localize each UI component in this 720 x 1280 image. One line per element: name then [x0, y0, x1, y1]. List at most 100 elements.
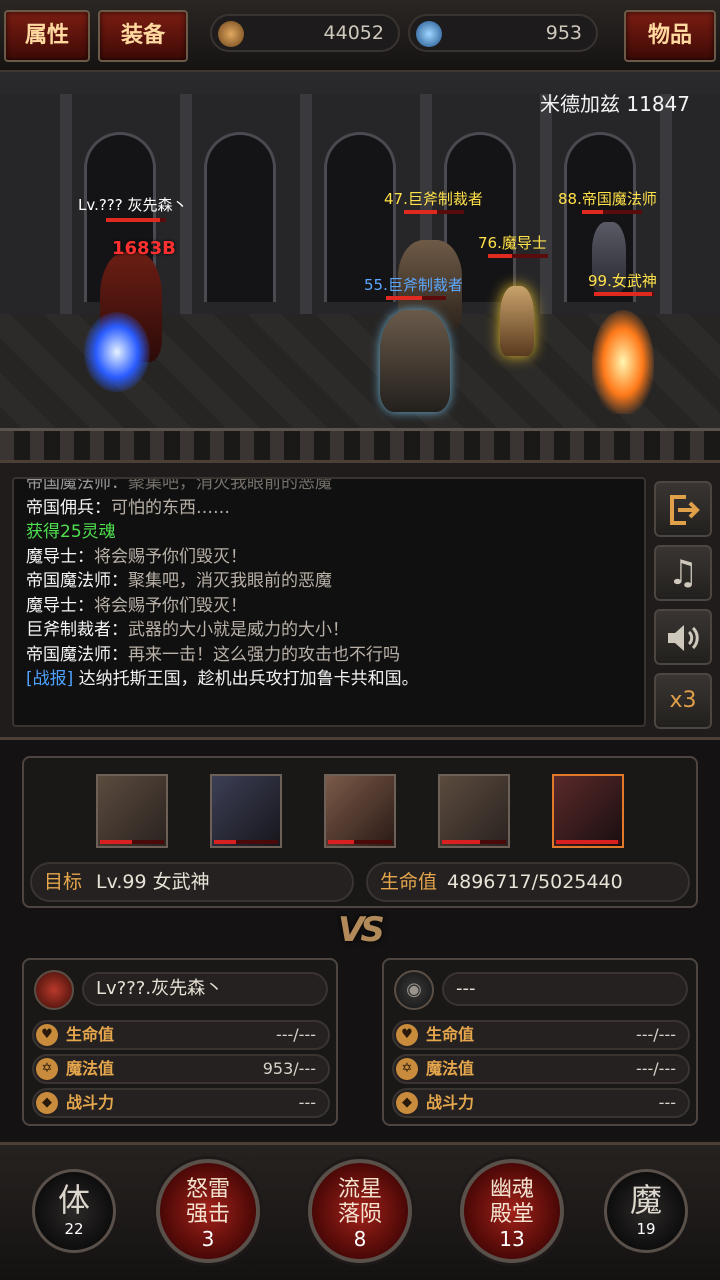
mp-label: 魔法值 [426, 1059, 475, 1078]
player-label: Lv.??? 灰先森丶 [78, 196, 188, 214]
skill-name: 魔 [629, 1181, 662, 1219]
skill-meteor-fall-button[interactable]: 流星落陨 8 [308, 1159, 412, 1263]
battle-log-section: 帝国魔法师：聚集吧，消灭我眼前的恶魔 帝国佣兵：可怕的东西…… 获得25灵魂 魔… [0, 460, 720, 740]
enemy-portrait[interactable] [438, 774, 510, 848]
opponent-hp-row: ♥ 生命值 ---/--- [392, 1020, 690, 1050]
gold-counter: 44052 [210, 14, 400, 52]
top-bar: 属性 装备 44052 953 物品 [0, 0, 720, 72]
wall-arch [204, 132, 276, 302]
player-hp-row: ♥ 生命值 ---/--- [32, 1020, 330, 1050]
log-line: 魔导士：将会赐予你们毁灭！ [26, 595, 247, 616]
enemy-portrait[interactable] [96, 774, 168, 848]
target-label: 目标 [44, 871, 83, 893]
opponent-mp-row: ✡ 魔法值 ---/--- [392, 1054, 690, 1084]
star-icon: ✡ [36, 1058, 58, 1080]
skill-bar: 体 22 怒雷强击 3 流星落陨 8 幽魂殿堂 13 魔 19 [0, 1142, 720, 1280]
attributes-button[interactable]: 属性 [4, 10, 90, 62]
hp-label: 生命值 [426, 1025, 475, 1044]
skill-count: 22 [64, 1220, 84, 1238]
skill-thunder-strike-button[interactable]: 怒雷强击 3 [156, 1159, 260, 1263]
enemy-label: 47.巨斧制裁者 [384, 190, 483, 208]
star-coin-icon [218, 21, 244, 47]
mp-label: 魔法值 [66, 1059, 115, 1078]
enemy-hp-bar [582, 210, 642, 214]
exit-icon [670, 495, 700, 525]
log-line: 巨斧制裁者：武器的大小就是威力的大小！ [26, 620, 349, 640]
skill-ghost-hall-button[interactable]: 幽魂殿堂 13 [460, 1159, 564, 1263]
mp-value: ---/--- [635, 1059, 676, 1078]
mp-value: 953/--- [262, 1059, 316, 1078]
log-line-gain: 获得25灵魂 [26, 522, 116, 542]
enemy-label: 88.帝国魔法师 [558, 190, 657, 208]
player-stats-panel: Lv???.灰先森丶 ♥ 生命值 ---/--- ✡ 魔法值 953/--- ◆… [22, 958, 338, 1126]
target-name-field: 目标 Lv.99 女武神 [30, 862, 354, 902]
log-line: 帝国佣兵：可怕的东西…… [26, 497, 230, 518]
sound-button[interactable] [654, 609, 712, 665]
heart-icon: ♥ [36, 1024, 58, 1046]
heart-icon: ♥ [396, 1024, 418, 1046]
skill-count: 8 [353, 1227, 367, 1251]
enemy-hp-bar [404, 210, 464, 214]
opponent-stats-panel: ◉ --- ♥ 生命值 ---/--- ✡ 魔法值 ---/--- ◆ 战斗力 … [382, 958, 698, 1126]
battle-scene: 米德加兹 11847 Lv.??? 灰先森丶 1683B 47.巨斧制裁者 88… [0, 72, 720, 460]
enemy-axe-executioner[interactable] [380, 310, 450, 412]
enemy-label: 55.巨斧制裁者 [364, 276, 463, 294]
diamond-icon: ◆ [36, 1092, 58, 1114]
enemy-portrait[interactable] [210, 774, 282, 848]
enemy-portrait[interactable] [324, 774, 396, 848]
location-label: 米德加兹 11847 [540, 92, 690, 116]
skill-name: 幽魂殿堂 [489, 1177, 534, 1227]
player-name: Lv???.灰先森丶 [82, 972, 328, 1006]
mana-potion-button[interactable]: 魔 19 [604, 1169, 688, 1253]
enemy-hp-bar [488, 254, 548, 258]
power-value: --- [298, 1093, 316, 1112]
speed-button[interactable]: x3 [654, 673, 712, 729]
mana-orb-icon [416, 21, 442, 47]
vs-emblem: VS [338, 910, 385, 950]
diamond-icon: ◆ [396, 1092, 418, 1114]
items-button[interactable]: 物品 [624, 10, 716, 62]
enemy-sorcerer[interactable] [500, 286, 534, 356]
log-line: 魔导士：将会赐予你们毁灭！ [26, 546, 247, 567]
speaker-icon [668, 625, 699, 651]
enemy-label: 99.女武神 [588, 272, 657, 290]
target-panel: 目标 Lv.99 女武神 生命值 4896717/5025440 [22, 756, 698, 908]
enemy-portrait-selected[interactable] [552, 774, 624, 848]
opponent-name: --- [442, 972, 688, 1006]
damage-number: 1683B [112, 238, 176, 259]
mana-counter: 953 [408, 14, 598, 52]
stamina-potion-button[interactable]: 体 22 [32, 1169, 116, 1253]
player-avatar[interactable] [34, 970, 74, 1010]
power-label: 战斗力 [426, 1093, 475, 1112]
enemy-valkyrie[interactable] [592, 310, 654, 414]
enemy-label: 76.魔导士 [478, 234, 547, 252]
eye-icon: ◉ [394, 970, 434, 1010]
target-value: Lv.99 女武神 [96, 871, 210, 893]
power-value: --- [658, 1093, 676, 1112]
equipment-button[interactable]: 装备 [98, 10, 188, 62]
log-line: 帝国魔法师：聚集吧，消灭我眼前的恶魔 [26, 571, 332, 591]
music-button[interactable]: ♫ [654, 545, 712, 601]
target-hp-value: 4896717/5025440 [447, 871, 623, 893]
music-note-icon: ♫ [667, 553, 699, 593]
player-power-row: ◆ 战斗力 --- [32, 1088, 330, 1118]
hp-value: ---/--- [275, 1025, 316, 1044]
star-icon: ✡ [396, 1058, 418, 1080]
skill-name: 流星落陨 [337, 1177, 382, 1227]
exit-button[interactable] [654, 481, 712, 537]
skill-count: 3 [201, 1227, 215, 1251]
player-mp-row: ✡ 魔法值 953/--- [32, 1054, 330, 1084]
log-line: 帝国魔法师：再来一击！这么强力的攻击也不行吗 [26, 644, 400, 665]
battle-log[interactable]: 帝国魔法师：聚集吧，消灭我眼前的恶魔 帝国佣兵：可怕的东西…… 获得25灵魂 魔… [12, 477, 646, 727]
target-hp-field: 生命值 4896717/5025440 [366, 862, 690, 902]
target-hp-label: 生命值 [380, 871, 438, 893]
skill-count: 13 [499, 1227, 525, 1251]
enemy-hp-bar [386, 296, 446, 300]
hp-value: ---/--- [635, 1025, 676, 1044]
player-hp-bar [106, 218, 166, 222]
skill-count: 19 [636, 1220, 656, 1238]
gold-value: 44052 [323, 22, 384, 44]
opponent-power-row: ◆ 战斗力 --- [392, 1088, 690, 1118]
log-line: 帝国魔法师：聚集吧，消灭我眼前的恶魔 [26, 477, 332, 493]
blue-flame-effect [84, 312, 150, 392]
